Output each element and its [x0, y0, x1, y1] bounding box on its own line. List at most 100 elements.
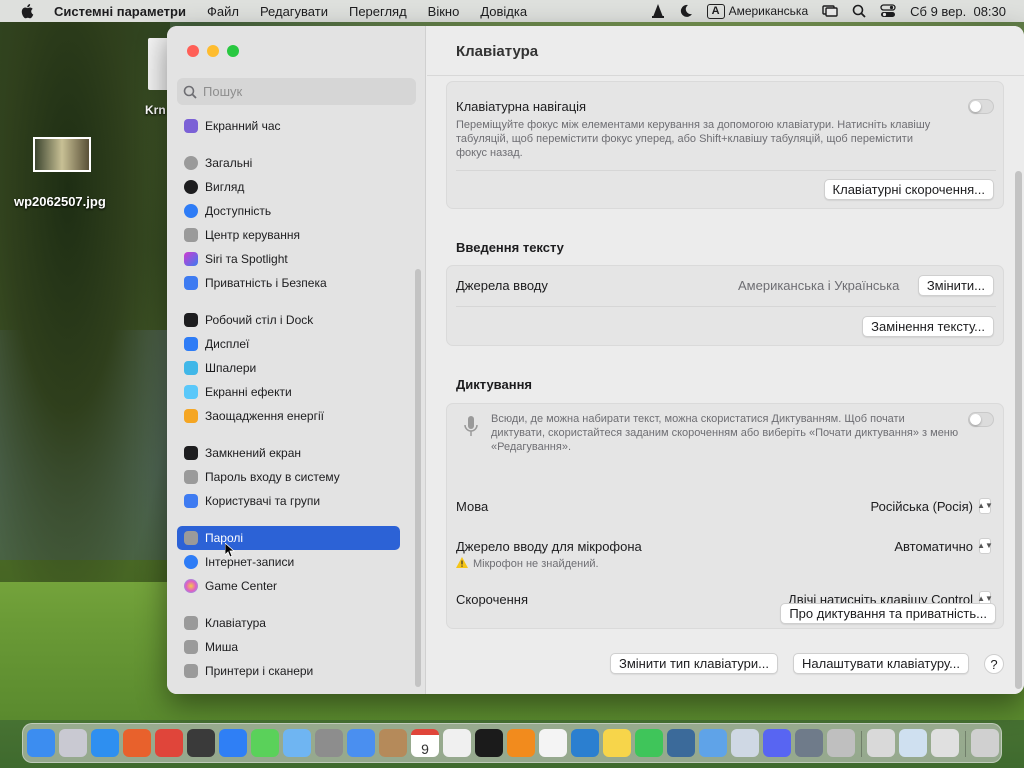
- terminal-icon[interactable]: [475, 729, 503, 757]
- sidebar-item-label: Дисплеї: [205, 337, 250, 351]
- textedit-icon[interactable]: [443, 729, 471, 757]
- menubar: Системні параметри Файл Редагувати Перег…: [0, 0, 1024, 22]
- finder-icon[interactable]: [27, 729, 55, 757]
- apple-menu-icon[interactable]: [20, 3, 34, 19]
- system-settings-icon[interactable]: [315, 729, 343, 757]
- menu-file[interactable]: Файл: [207, 4, 239, 19]
- dock-icon: [184, 313, 198, 327]
- dock-separator: [861, 731, 862, 757]
- sidebar-item-users-groups[interactable]: Користувачі та групи: [177, 489, 400, 513]
- close-window-button[interactable]: [187, 45, 199, 57]
- page-title: Клавіатура: [456, 43, 539, 60]
- mail-icon[interactable]: [347, 729, 375, 757]
- sidebar-item-label: Siri та Spotlight: [205, 252, 288, 266]
- change-input-sources-button[interactable]: Змінити...: [917, 275, 994, 296]
- menu-app-name[interactable]: Системні параметри: [54, 4, 186, 19]
- notes-icon[interactable]: [603, 729, 631, 757]
- sidebar-item-label: Game Center: [205, 579, 278, 593]
- sidebar-item-general[interactable]: Загальні: [177, 151, 400, 175]
- spotlight-search-icon[interactable]: [852, 4, 866, 18]
- sidebar-item-label: Пароль входу в систему: [205, 470, 340, 484]
- sidebar-item-screen-time[interactable]: Екранний час: [177, 114, 400, 138]
- window-icon-1[interactable]: [867, 729, 895, 757]
- language-popup[interactable]: Російська (Росія) ▲▼: [871, 498, 993, 514]
- desktop-image-thumbnail[interactable]: [33, 137, 91, 172]
- vlc-status-icon[interactable]: [651, 3, 665, 19]
- sidebar-item-game-center[interactable]: Game Center: [177, 574, 400, 598]
- keyboard-shortcuts-button[interactable]: Клавіатурні скорочення...: [823, 179, 994, 200]
- window-icon-3[interactable]: [931, 729, 959, 757]
- help-button[interactable]: ?: [984, 654, 1004, 674]
- folder-icon[interactable]: [699, 729, 727, 757]
- desktop-image-label[interactable]: wp2062507.jpg: [14, 194, 106, 209]
- safari-icon[interactable]: [91, 729, 119, 757]
- menu-window[interactable]: Вікно: [428, 4, 460, 19]
- keyboard-navigation-toggle[interactable]: [968, 99, 994, 114]
- sidebar-scrollbar[interactable]: [415, 269, 421, 687]
- sidebar-item-label: Клавіатура: [205, 616, 266, 630]
- desktop-document-label[interactable]: Krn: [145, 103, 166, 117]
- zoom-window-button[interactable]: [227, 45, 239, 57]
- sidebar-item-label: Робочий стіл і Dock: [205, 313, 314, 327]
- sidebar-item-control-center[interactable]: Центр керування: [177, 223, 400, 247]
- sidebar-item-desktop-dock[interactable]: Робочий стіл і Dock: [177, 308, 400, 332]
- trash-icon[interactable]: [971, 729, 999, 757]
- sidebar-item-screen-saver[interactable]: Екранні ефекти: [177, 380, 400, 404]
- app-store-icon[interactable]: [219, 729, 247, 757]
- firefox-icon[interactable]: [123, 729, 151, 757]
- menu-edit[interactable]: Редагувати: [260, 4, 328, 19]
- menubar-clock[interactable]: Сб 9 вер. 08:30: [910, 4, 1006, 19]
- dark-mode-icon[interactable]: [679, 4, 693, 18]
- sidebar-item-privacy-security[interactable]: Приватність і Безпека: [177, 271, 400, 295]
- text-replacements-button[interactable]: Замінення тексту...: [862, 316, 994, 337]
- dictation-privacy-button[interactable]: Про диктування та приватність...: [780, 603, 996, 624]
- launchpad-icon[interactable]: [59, 729, 87, 757]
- input-source-label[interactable]: Американська: [729, 4, 809, 18]
- calendar-icon[interactable]: 9: [411, 729, 439, 757]
- automator-icon[interactable]: [827, 729, 855, 757]
- facetime-icon[interactable]: [635, 729, 663, 757]
- setup-keyboard-button[interactable]: Налаштувати клавіатуру...: [793, 653, 969, 674]
- warning-icon: [456, 557, 468, 568]
- vscode-icon[interactable]: [571, 729, 599, 757]
- sidebar-item-energy-saver[interactable]: Заощадження енергії: [177, 404, 400, 428]
- keyboard-layout-badge[interactable]: A: [706, 3, 725, 19]
- sidebar-item-lock-screen[interactable]: Замкнений екран: [177, 441, 400, 465]
- window-icon-2[interactable]: [899, 729, 927, 757]
- sidebar-item-internet-accounts[interactable]: Інтернет-записи: [177, 550, 400, 574]
- system-settings-window: Пошук Екранний час Загальні Вигляд Досту…: [167, 26, 1024, 694]
- sidebar-item-wallpaper[interactable]: Шпалери: [177, 356, 400, 380]
- sidebar-item-appearance[interactable]: Вигляд: [177, 175, 400, 199]
- sidebar-item-printers-scanners[interactable]: Принтери і сканери: [177, 659, 400, 683]
- microphone-source-popup[interactable]: Автоматично ▲▼: [894, 538, 993, 554]
- messages-icon[interactable]: [251, 729, 279, 757]
- search-field[interactable]: Пошук: [177, 78, 416, 105]
- sidebar-item-passwords[interactable]: Паролі: [177, 526, 400, 550]
- screen-mirroring-icon[interactable]: [822, 4, 838, 18]
- control-center-icon[interactable]: [880, 4, 896, 18]
- sidebar-item-keyboard[interactable]: Клавіатура: [177, 611, 400, 635]
- menu-view[interactable]: Перегляд: [349, 4, 407, 19]
- discord-icon[interactable]: [763, 729, 791, 757]
- maps-icon[interactable]: [283, 729, 311, 757]
- content-scrollbar[interactable]: [1015, 171, 1022, 689]
- printer-icon[interactable]: [795, 729, 823, 757]
- quicktime-icon[interactable]: [667, 729, 695, 757]
- sidebar-item-mouse[interactable]: Миша: [177, 635, 400, 659]
- sidebar-item-login-password[interactable]: Пароль входу в систему: [177, 465, 400, 489]
- chrome-icon[interactable]: [155, 729, 183, 757]
- preview-icon[interactable]: [731, 729, 759, 757]
- sidebar-item-accessibility[interactable]: Доступність: [177, 199, 400, 223]
- contacts-icon[interactable]: [379, 729, 407, 757]
- reminders-icon[interactable]: [539, 729, 567, 757]
- vlc-icon[interactable]: [507, 729, 535, 757]
- lock-icon: [184, 446, 198, 460]
- minimize-window-button[interactable]: [207, 45, 219, 57]
- guitar-icon[interactable]: [187, 729, 215, 757]
- menu-help[interactable]: Довідка: [480, 4, 527, 19]
- sidebar-item-displays[interactable]: Дисплеї: [177, 332, 400, 356]
- sidebar-item-siri-spotlight[interactable]: Siri та Spotlight: [177, 247, 400, 271]
- dock-separator: [965, 731, 966, 757]
- dictation-toggle[interactable]: [968, 412, 994, 427]
- change-keyboard-type-button[interactable]: Змінити тип клавіатури...: [610, 653, 778, 674]
